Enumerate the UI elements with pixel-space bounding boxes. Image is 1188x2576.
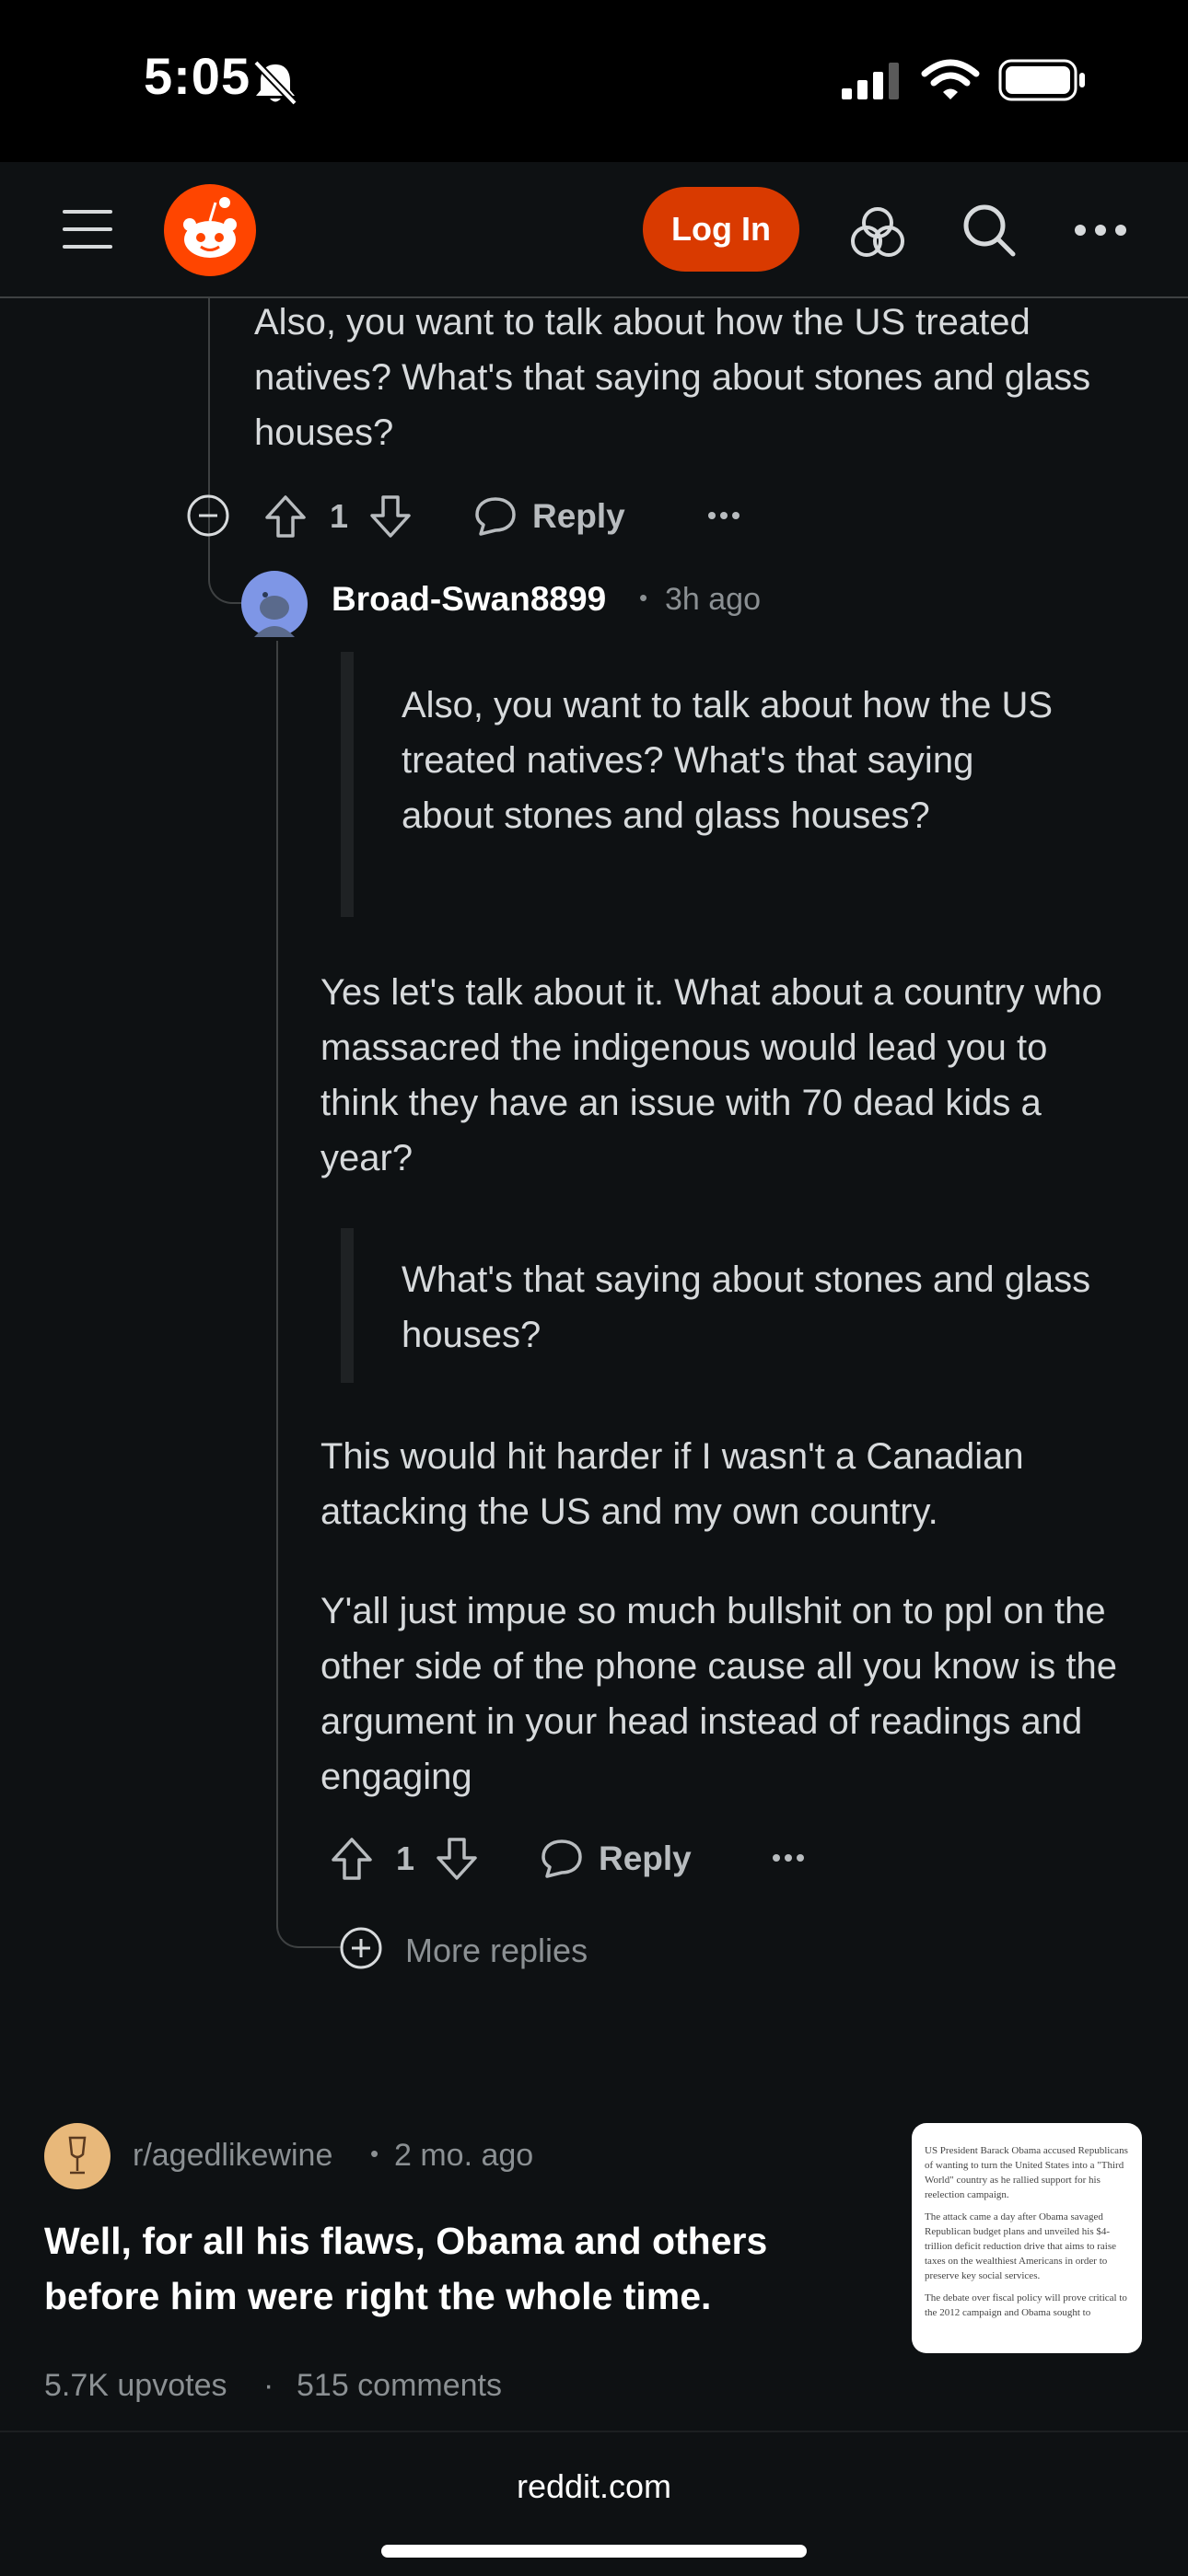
comment-time: 3h ago xyxy=(665,582,761,617)
more-options-icon[interactable] xyxy=(1074,223,1127,238)
browser-address-bar[interactable]: reddit.com xyxy=(0,2431,1188,2576)
battery-icon xyxy=(998,59,1085,101)
avatar[interactable] xyxy=(241,571,308,637)
quote-block: Also, you want to talk about how the US … xyxy=(402,685,1054,836)
meta-separator: • xyxy=(639,584,648,611)
reply-label: Reply xyxy=(599,1839,692,1877)
upvote-count: 5.7K upvotes xyxy=(44,2368,227,2403)
related-post-card[interactable]: r/agedlikewine • 2 mo. ago Well, for all… xyxy=(0,2099,1188,2431)
post-title[interactable]: Well, for all his flaws, Obama and other… xyxy=(44,2213,836,2324)
more-replies-label: More replies xyxy=(405,1932,588,1969)
upvote-icon[interactable] xyxy=(330,1836,374,1882)
url-domain[interactable]: reddit.com xyxy=(0,2467,1188,2506)
thread-connector xyxy=(208,574,245,604)
post-thumbnail[interactable]: US President Barack Obama accused Republ… xyxy=(912,2123,1142,2353)
thread-connector xyxy=(276,1926,341,1948)
home-indicator[interactable] xyxy=(381,2545,807,2558)
comment-more-icon[interactable] xyxy=(707,510,740,521)
comment-bubble-icon xyxy=(542,1839,582,1878)
search-icon[interactable] xyxy=(961,203,1017,258)
upvote-icon[interactable] xyxy=(263,493,308,540)
comment-paragraph: Y'all just impue so much bullshit on to … xyxy=(320,1591,1117,1797)
comment-bubble-icon xyxy=(475,497,516,536)
comment-paragraph: This would hit harder if I wasn't a Cana… xyxy=(320,1436,1024,1532)
thumbnail-paragraph: US President Barack Obama accused Republ… xyxy=(925,2145,1128,2200)
comment-paragraph: Yes let's talk about it. What about a co… xyxy=(320,972,1102,1178)
collapse-icon[interactable] xyxy=(186,493,230,538)
thumbnail-paragraph: The debate over fiscal policy will prove… xyxy=(925,2292,1127,2318)
communities-icon[interactable] xyxy=(849,206,906,260)
bell-muted-icon xyxy=(253,60,297,105)
thumbnail-paragraph: The attack came a day after Obama savage… xyxy=(925,2211,1117,2281)
meta-separator: • xyxy=(370,2140,379,2167)
quote-bar xyxy=(341,1228,354,1383)
vote-count: 1 xyxy=(396,1839,415,1877)
comment-count: 515 comments xyxy=(297,2368,502,2403)
downvote-icon[interactable] xyxy=(435,1836,479,1882)
status-bar: 5:05 xyxy=(0,0,1188,162)
login-button[interactable]: Log In xyxy=(643,187,799,272)
reply-button[interactable]: Reply xyxy=(540,1836,705,1882)
cellular-signal-icon xyxy=(842,63,899,99)
downvote-icon[interactable] xyxy=(368,493,413,540)
status-time: 5:05 xyxy=(144,47,251,105)
meta-separator: · xyxy=(263,2368,274,2403)
reply-button[interactable]: Reply xyxy=(473,493,639,540)
more-replies-button[interactable]: More replies xyxy=(339,1924,634,1970)
subreddit-icon xyxy=(44,2123,111,2189)
expand-plus-icon xyxy=(340,1927,382,1969)
thread-line xyxy=(276,641,278,1926)
post-age: 2 mo. ago xyxy=(394,2138,534,2173)
subreddit-name[interactable]: r/agedlikewine xyxy=(133,2138,332,2174)
wifi-icon xyxy=(921,59,980,99)
hamburger-menu-icon[interactable] xyxy=(61,208,114,250)
comment-more-icon[interactable] xyxy=(772,1852,805,1863)
reddit-logo-icon[interactable] xyxy=(164,184,256,276)
quote-block: What's that saying about stones and glas… xyxy=(402,1259,1091,1355)
comment-body: Also, you want to talk about how the US … xyxy=(254,302,1091,453)
comment-author[interactable]: Broad-Swan8899 xyxy=(332,580,606,619)
quote-bar xyxy=(341,652,354,917)
reply-label: Reply xyxy=(532,497,625,535)
top-navigation-bar xyxy=(0,162,1188,298)
vote-count: 1 xyxy=(330,497,349,535)
